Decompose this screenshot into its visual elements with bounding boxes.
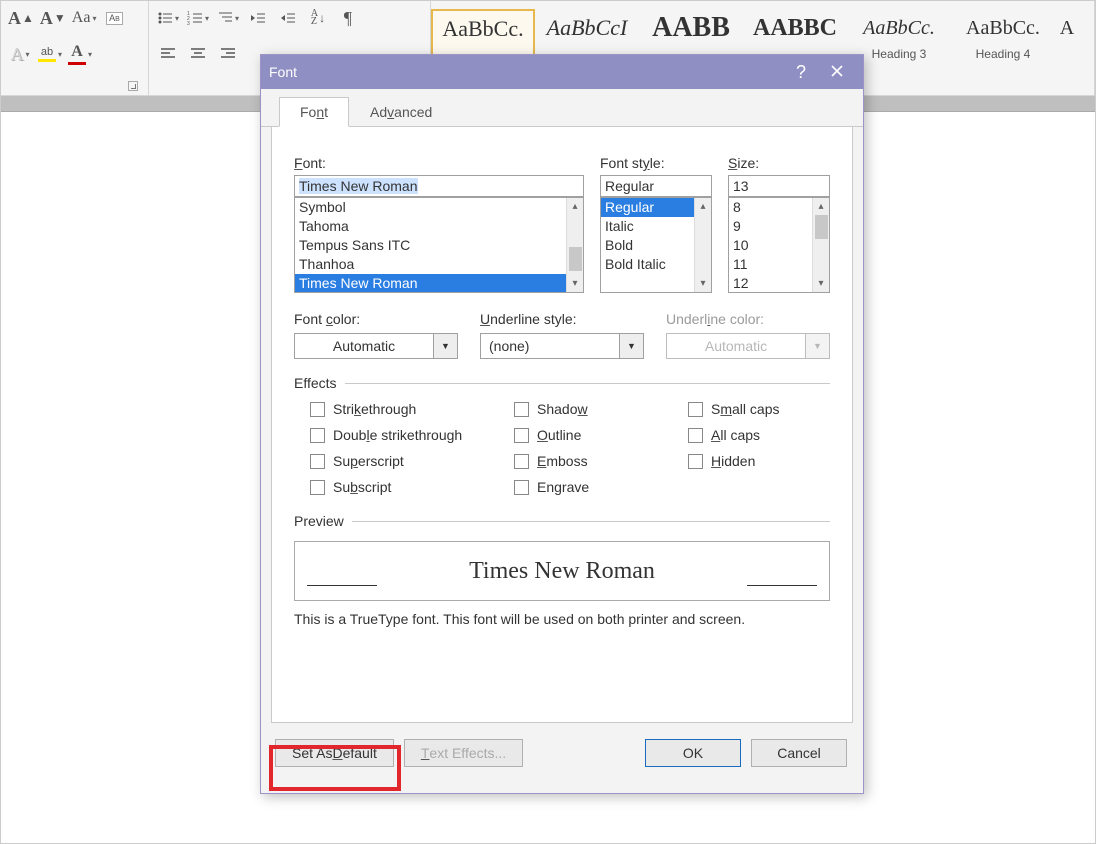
underline-style-combo[interactable]: (none) ▼ [480, 333, 644, 359]
align-left-button[interactable] [155, 41, 181, 67]
scroll-up-icon[interactable]: ▴ [567, 198, 583, 215]
font-input[interactable]: Times New Roman [294, 175, 584, 197]
increase-indent-button[interactable] [275, 5, 301, 31]
size-listbox[interactable]: 8 9 10 11 12 ▴ ▾ [728, 197, 830, 293]
font-dialog: Font ? Font Advanced Font: Times New Rom… [260, 54, 864, 794]
underline-style-label: Underline style: [480, 311, 644, 327]
font-color-button[interactable]: A▾ [67, 41, 93, 67]
dialog-titlebar: Font ? [261, 55, 863, 89]
font-label: Font: [294, 155, 584, 171]
font-color-label: Font color: [294, 311, 458, 327]
bullets-button[interactable]: ▾ [155, 5, 181, 31]
tab-font[interactable]: Font [279, 97, 349, 127]
tab-advanced[interactable]: Advanced [349, 97, 453, 126]
decrease-indent-button[interactable] [245, 5, 271, 31]
checkbox-superscript[interactable]: Superscript [310, 453, 490, 469]
preview-header: Preview [294, 513, 830, 529]
checkbox-all-caps[interactable]: All caps [688, 427, 779, 443]
checkbox-double-strike[interactable]: Double strikethrough [310, 427, 490, 443]
effects-header: Effects [294, 375, 830, 391]
checkbox-shadow[interactable]: Shadow [514, 401, 664, 417]
style-item-more[interactable]: A [1055, 9, 1079, 65]
checkbox-subscript[interactable]: Subscript [310, 479, 490, 495]
checkbox-outline[interactable]: Outline [514, 427, 664, 443]
dialog-title: Font [269, 64, 783, 80]
preview-description: This is a TrueType font. This font will … [294, 611, 830, 627]
font-list-scrollbar[interactable]: ▴ ▾ [566, 198, 583, 292]
cancel-button[interactable]: Cancel [751, 739, 847, 767]
change-case-button[interactable]: Aa▾ [71, 5, 98, 31]
font-style-listbox[interactable]: Regular Italic Bold Bold Italic ▴ ▾ [600, 197, 712, 293]
effects-group: Strikethrough Double strikethrough Super… [294, 401, 830, 495]
scroll-up-icon[interactable]: ▴ [813, 198, 829, 215]
ok-button[interactable]: OK [645, 739, 741, 767]
style-list-scrollbar[interactable]: ▴ ▾ [694, 198, 711, 292]
clear-formatting-button[interactable]: AB [101, 5, 127, 31]
svg-text:3: 3 [187, 21, 190, 26]
preview-box: Times New Roman [294, 541, 830, 601]
checkbox-emboss[interactable]: Emboss [514, 453, 664, 469]
checkbox-strikethrough[interactable]: Strikethrough [310, 401, 490, 417]
checkbox-engrave[interactable]: Engrave [514, 479, 664, 495]
sort-button[interactable]: AZ↓ [305, 5, 331, 31]
text-effects-gallery-button[interactable]: A▾ [7, 41, 33, 67]
dialog-tabs: Font Advanced [261, 89, 863, 127]
size-list-scrollbar[interactable]: ▴ ▾ [812, 198, 829, 292]
font-color-combo[interactable]: Automatic ▼ [294, 333, 458, 359]
show-hide-marks-button[interactable]: ¶ [335, 5, 361, 31]
shrink-font-button[interactable]: A▼ [39, 5, 67, 31]
scroll-down-icon[interactable]: ▾ [813, 275, 829, 292]
annotation-highlight-box [269, 745, 401, 791]
numbering-button[interactable]: 123▾ [185, 5, 211, 31]
align-right-button[interactable] [215, 41, 241, 67]
close-icon [830, 64, 844, 78]
dialog-body: Font: Times New Roman Symbol Tahoma Temp… [271, 127, 853, 723]
scroll-up-icon[interactable]: ▴ [695, 198, 711, 215]
checkbox-hidden[interactable]: Hidden [688, 453, 779, 469]
align-center-button[interactable] [185, 41, 211, 67]
underline-color-combo: Automatic ▼ [666, 333, 830, 359]
help-button[interactable]: ? [783, 62, 819, 83]
scroll-down-icon[interactable]: ▾ [695, 275, 711, 292]
font-listbox[interactable]: Symbol Tahoma Tempus Sans ITC Thanhoa Ti… [294, 197, 584, 293]
highlight-color-button[interactable]: ab▾ [37, 41, 63, 67]
text-effects-button: Text Effects... [404, 739, 523, 767]
font-style-label: Font style: [600, 155, 712, 171]
size-label: Size: [728, 155, 830, 171]
checkbox-small-caps[interactable]: Small caps [688, 401, 779, 417]
preview-sample-text: Times New Roman [469, 558, 655, 585]
chevron-down-icon[interactable]: ▼ [434, 333, 458, 359]
scroll-down-icon[interactable]: ▾ [567, 275, 583, 292]
chevron-down-icon: ▼ [806, 333, 830, 359]
size-input[interactable]: 13 [728, 175, 830, 197]
underline-color-label: Underline color: [666, 311, 830, 327]
font-style-input[interactable]: Regular [600, 175, 712, 197]
close-button[interactable] [819, 62, 855, 83]
grow-font-button[interactable]: A▲ [7, 5, 35, 31]
style-item-6[interactable]: AaBbCc. Heading 4 [951, 9, 1055, 65]
font-group-launcher-icon[interactable] [128, 81, 138, 91]
chevron-down-icon[interactable]: ▼ [620, 333, 644, 359]
multilevel-list-button[interactable]: ▾ [215, 5, 241, 31]
